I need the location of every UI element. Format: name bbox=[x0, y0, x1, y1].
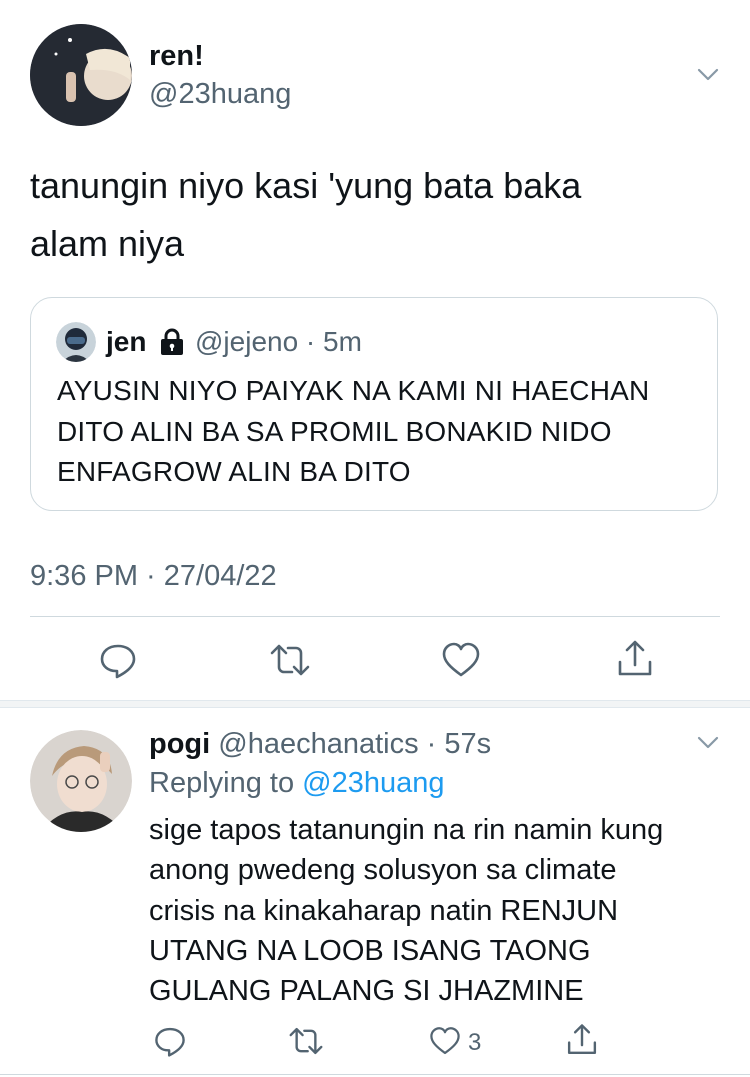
replying-to: Replying to @23huang bbox=[149, 767, 445, 799]
author-name[interactable]: ren! bbox=[149, 40, 204, 73]
tweet-text-line: alam niya bbox=[30, 223, 185, 264]
author-avatar[interactable] bbox=[30, 24, 132, 126]
reply-author-avatar[interactable] bbox=[30, 730, 132, 832]
reply-text-line: UTANG NA LOOB ISANG TAONG bbox=[149, 935, 591, 967]
reply-time[interactable]: 57s bbox=[444, 728, 491, 760]
reply-text-line: sige tapos tatanungin na rin namin kung bbox=[149, 814, 664, 846]
retweet-icon[interactable] bbox=[287, 1024, 325, 1058]
reply-text-line: crisis na kinakaharap natin RENJUN bbox=[149, 895, 619, 927]
tweet-text-line: tanungin niyo kasi 'yung bata baka bbox=[30, 165, 582, 206]
quoted-author-avatar bbox=[56, 322, 96, 362]
reply-icon[interactable] bbox=[153, 1024, 187, 1058]
reply-icon[interactable] bbox=[98, 640, 138, 680]
like-icon[interactable] bbox=[440, 640, 482, 680]
like-count: 3 bbox=[468, 1029, 482, 1056]
quoted-text-line: ENFAGROW ALIN BA DITO bbox=[57, 456, 411, 487]
bottom-divider bbox=[0, 1074, 750, 1075]
quoted-time: 5m bbox=[323, 326, 362, 357]
author-handle[interactable]: @23huang bbox=[149, 78, 291, 111]
section-separator bbox=[0, 700, 750, 708]
chevron-down-icon[interactable] bbox=[694, 728, 722, 756]
tweet-timestamp[interactable]: 9:36 PM · 27/04/22 bbox=[30, 560, 277, 593]
reply-text-line: anong pwedeng solusyon sa climate bbox=[149, 854, 617, 886]
reply-author-handle[interactable]: @haechanatics bbox=[218, 728, 418, 760]
reply-header: pogi @haechanatics · 57s bbox=[149, 728, 492, 760]
reply-author-name[interactable]: pogi bbox=[149, 728, 210, 760]
quoted-text-line: AYUSIN NIYO PAIYAK NA KAMI NI HAECHAN bbox=[57, 375, 650, 406]
retweet-icon[interactable] bbox=[268, 640, 312, 680]
reply-text-line: GULANG PALANG SI JHAZMINE bbox=[149, 975, 584, 1007]
like-icon[interactable] bbox=[428, 1025, 462, 1057]
quoted-author-handle: @jejeno · 5m bbox=[195, 326, 362, 357]
replying-to-handle[interactable]: @23huang bbox=[302, 767, 444, 799]
share-icon[interactable] bbox=[614, 638, 656, 680]
share-icon[interactable] bbox=[564, 1022, 600, 1058]
quoted-author-name: jen bbox=[106, 326, 147, 357]
quoted-text-line: DITO ALIN BA SA PROMIL BONAKID NIDO bbox=[57, 416, 612, 447]
chevron-down-icon[interactable] bbox=[694, 60, 722, 88]
lock-icon bbox=[158, 327, 186, 357]
divider bbox=[30, 616, 720, 617]
